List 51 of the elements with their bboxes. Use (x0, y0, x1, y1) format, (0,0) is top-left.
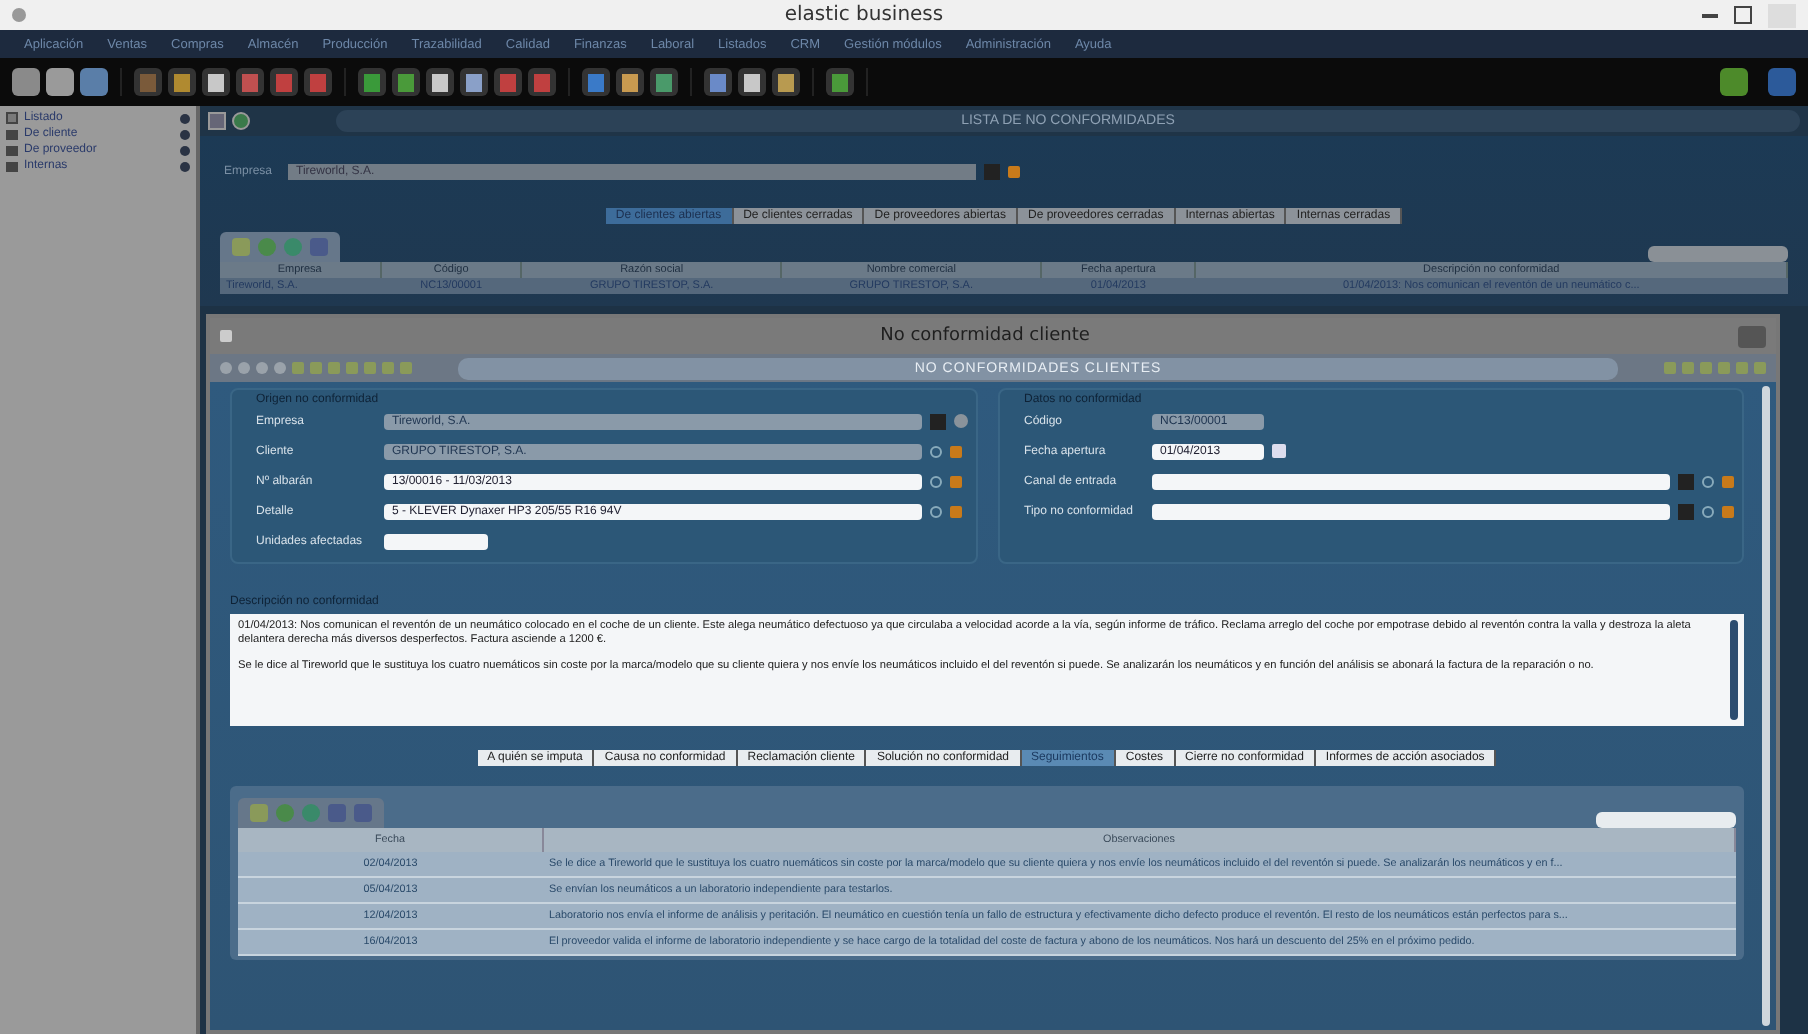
search-field[interactable] (1596, 812, 1736, 828)
clear-icon[interactable] (950, 445, 962, 457)
circle-icon[interactable] (256, 362, 268, 374)
clear-icon[interactable] (1722, 505, 1734, 517)
toolbar-icon[interactable] (392, 68, 420, 96)
circle-icon (954, 414, 968, 428)
toolbar-icon[interactable] (738, 68, 766, 96)
app-icon (12, 8, 26, 22)
input-field[interactable] (384, 533, 488, 549)
search-icon[interactable] (930, 475, 942, 487)
circle-icon (180, 129, 190, 139)
window-title: elastic business (782, 4, 946, 26)
clear-icon[interactable] (950, 505, 962, 517)
clear-icon[interactable] (1008, 166, 1020, 178)
toolbar-icon[interactable] (12, 68, 40, 96)
toolbar-icon[interactable] (426, 68, 454, 96)
circle-icon (180, 161, 190, 171)
toolbar-icon[interactable] (168, 68, 196, 96)
minimize-button[interactable] (1702, 13, 1718, 17)
circle-icon (180, 113, 190, 123)
circle-icon (180, 145, 190, 155)
toolbar-icon[interactable] (460, 68, 488, 96)
search-icon[interactable] (1702, 475, 1714, 487)
circle-icon[interactable] (238, 362, 250, 374)
circle-icon[interactable] (220, 362, 232, 374)
close-button[interactable] (1768, 3, 1796, 27)
description-field[interactable] (230, 614, 1744, 726)
toolbar-icon[interactable] (650, 68, 678, 96)
close-button[interactable] (1738, 325, 1766, 347)
clear-icon[interactable] (1722, 475, 1734, 487)
circle-icon[interactable] (274, 362, 286, 374)
scrollbar[interactable] (1762, 386, 1770, 1026)
scrollbar[interactable] (1730, 620, 1738, 720)
toolbar-icon[interactable] (826, 68, 854, 96)
dialog-title: No conformidad cliente (878, 326, 1092, 346)
toolbar-icon[interactable] (616, 68, 644, 96)
maximize-button[interactable] (1734, 6, 1752, 24)
toolbar-icon[interactable] (772, 68, 800, 96)
search-icon[interactable] (930, 505, 942, 517)
dropdown-button[interactable] (930, 413, 946, 429)
search-field[interactable] (1648, 246, 1788, 262)
search-icon[interactable] (1702, 505, 1714, 517)
clear-icon[interactable] (950, 475, 962, 487)
input-field[interactable] (1152, 503, 1670, 519)
toolbar-icon[interactable] (202, 68, 230, 96)
toolbar-icon[interactable] (704, 68, 732, 96)
list-icon (6, 112, 18, 124)
toolbar-icon[interactable] (358, 68, 386, 96)
toolbar-icon[interactable] (46, 68, 74, 96)
input-field[interactable] (1152, 473, 1670, 489)
search-icon[interactable] (930, 445, 942, 457)
